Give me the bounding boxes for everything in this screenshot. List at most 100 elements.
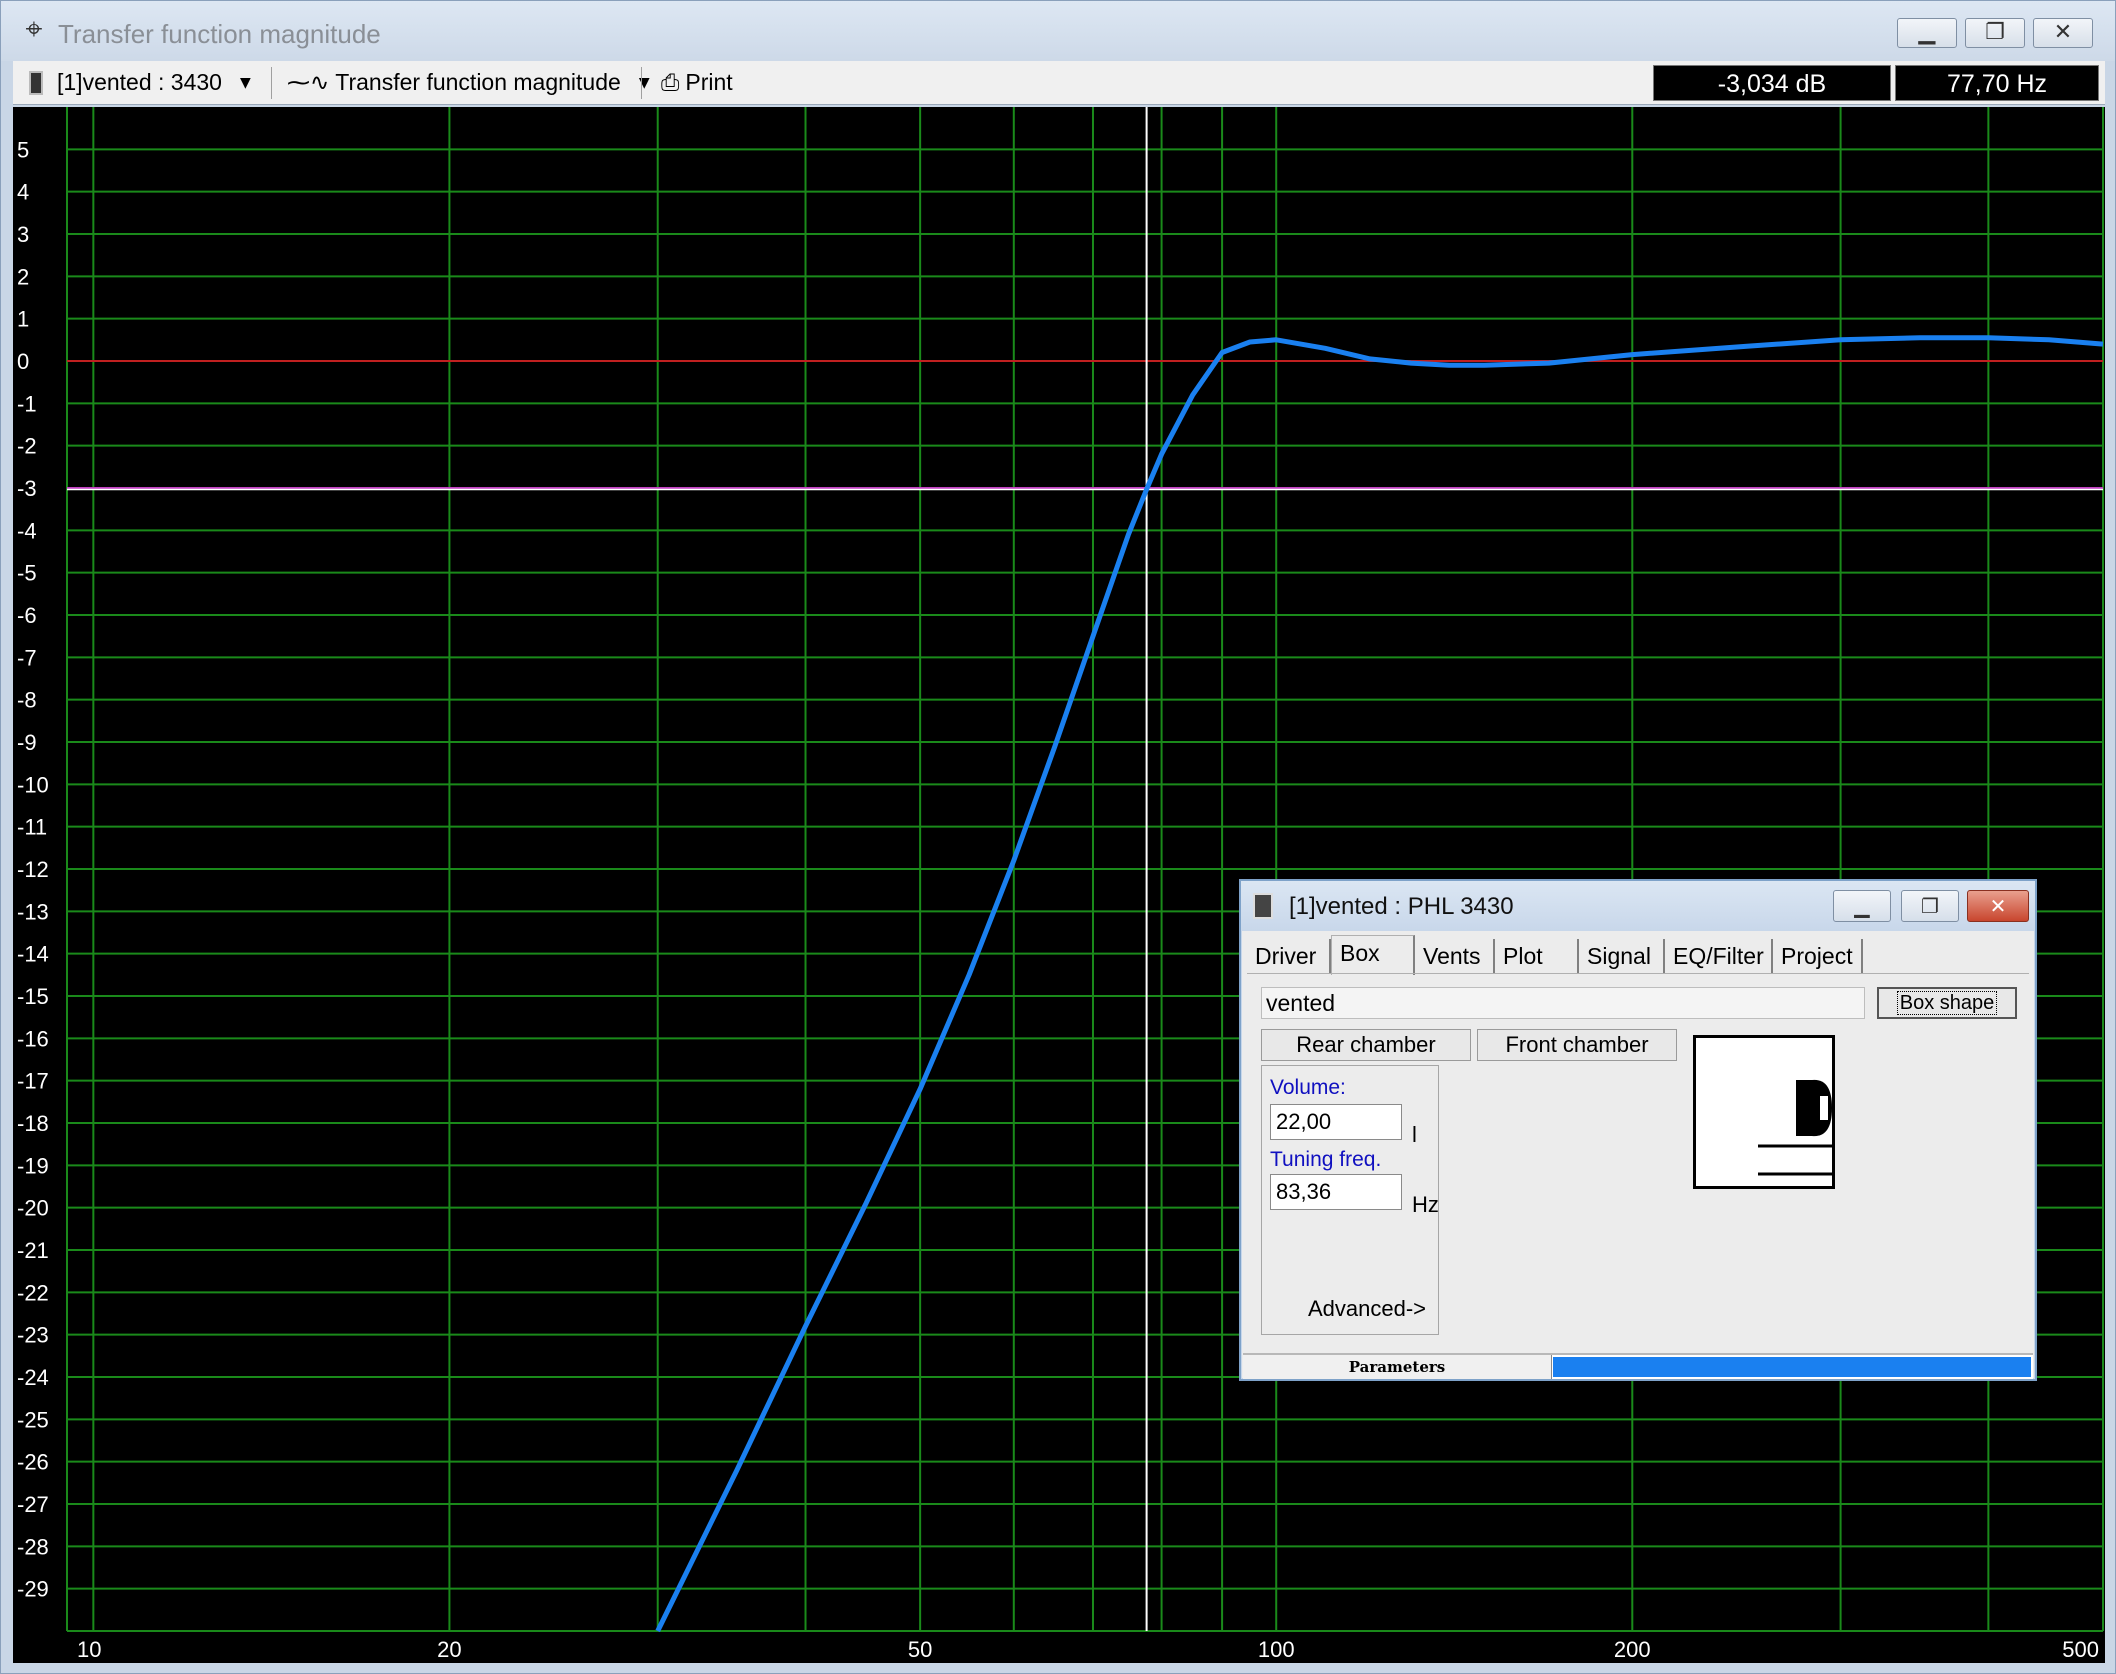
y-tick-label: -10 xyxy=(17,772,49,797)
y-tick-label: -26 xyxy=(17,1450,49,1475)
y-tick-label: 2 xyxy=(17,264,29,289)
y-tick-label: -1 xyxy=(17,391,37,416)
subwindow-restore-button[interactable]: ❐ xyxy=(1901,890,1959,922)
printer-icon: ⎙ xyxy=(661,69,680,96)
y-tick-label: -29 xyxy=(17,1577,49,1602)
y-tick-label: -11 xyxy=(17,815,47,840)
y-tick-label: -27 xyxy=(17,1492,49,1517)
y-tick-label: -25 xyxy=(17,1407,49,1432)
box-selector-dropdown[interactable]: [1]vented : 3430 ▼ xyxy=(29,61,251,104)
tab-driver[interactable]: Driver xyxy=(1247,939,1331,973)
box-shape-label: Box shape xyxy=(1896,991,1998,1015)
restore-button[interactable]: ❐ xyxy=(1965,18,2025,48)
y-tick-label: -5 xyxy=(17,561,37,586)
volume-input[interactable]: 22,00 xyxy=(1270,1104,1402,1140)
speaker-driver-icon xyxy=(1758,1079,1832,1176)
close-button[interactable]: ✕ xyxy=(2033,18,2093,48)
tab-project[interactable]: Project xyxy=(1773,939,1863,973)
y-tick-label: -12 xyxy=(17,857,49,882)
y-tick-label: -15 xyxy=(17,984,49,1009)
chevron-down-icon: ▼ xyxy=(239,74,251,91)
title-bar: ⌖ Transfer function magnitude ▁ ❐ ✕ xyxy=(1,1,2115,61)
main-window: ⌖ Transfer function magnitude ▁ ❐ ✕ [1]v… xyxy=(0,0,2116,1674)
box-type-field[interactable]: vented xyxy=(1261,987,1865,1019)
box-shape-button[interactable]: Box shape xyxy=(1877,987,2017,1019)
subwindow-title-bar: [1]vented : PHL 3430 ▁ ❐ ✕ xyxy=(1241,881,2035,931)
restore-icon: ❐ xyxy=(1921,894,1939,918)
y-tick-label: -16 xyxy=(17,1026,49,1051)
y-tick-label: -3 xyxy=(17,476,37,501)
box-selector-label: [1]vented : 3430 xyxy=(57,69,222,95)
y-tick-label: -19 xyxy=(17,1153,49,1178)
rear-chamber-button[interactable]: Rear chamber xyxy=(1261,1029,1471,1061)
subwindow-minimize-button[interactable]: ▁ xyxy=(1833,890,1891,922)
volume-unit: l xyxy=(1412,1122,1417,1147)
y-tick-label: -20 xyxy=(17,1196,49,1221)
y-tick-label: -14 xyxy=(17,942,49,967)
hz-readout: 77,70 Hz xyxy=(1895,65,2099,101)
y-tick-label: -8 xyxy=(17,688,37,713)
x-tick-label: 100 xyxy=(1258,1637,1295,1662)
waveform-icon: ⁓∿ xyxy=(287,69,330,96)
tab-box[interactable]: Box xyxy=(1331,935,1415,975)
tab-signal[interactable]: Signal xyxy=(1579,939,1665,973)
toolbar: [1]vented : 3430 ▼ ⁓∿ Transfer function … xyxy=(13,61,2105,105)
tab-vents[interactable]: Vents xyxy=(1415,939,1495,973)
x-tick-label: 200 xyxy=(1614,1637,1651,1662)
y-tick-label: 0 xyxy=(17,349,29,374)
minimize-button[interactable]: ▁ xyxy=(1897,18,1957,48)
y-tick-label: -23 xyxy=(17,1323,49,1348)
y-tick-label: -17 xyxy=(17,1069,49,1094)
y-tick-label: -24 xyxy=(17,1365,49,1390)
box-diagram xyxy=(1693,1035,1835,1189)
crosshair-icon: ⌖ xyxy=(25,12,43,47)
minimize-icon: ▁ xyxy=(1854,894,1870,918)
y-tick-label: -4 xyxy=(17,518,37,543)
print-button[interactable]: ⎙ Print xyxy=(661,61,733,104)
plot-selector-label: Transfer function magnitude xyxy=(335,69,621,95)
subwindow-title: [1]vented : PHL 3430 xyxy=(1289,893,1514,920)
tab-plot[interactable]: Plot xyxy=(1495,939,1579,973)
volume-label: Volume: xyxy=(1270,1076,1346,1099)
y-tick-label: 4 xyxy=(17,180,29,205)
y-tick-label: 1 xyxy=(17,307,29,332)
box-parameters-window: [1]vented : PHL 3430 ▁ ❐ ✕ Driver Box Ve… xyxy=(1239,879,2037,1381)
y-tick-label: -18 xyxy=(17,1111,49,1136)
y-tick-label: -28 xyxy=(17,1534,49,1559)
y-tick-label: -22 xyxy=(17,1280,49,1305)
speaker-box-icon xyxy=(1253,893,1273,919)
restore-icon: ❐ xyxy=(1985,20,2005,45)
tab-divider xyxy=(1247,973,2029,974)
x-tick-label: 50 xyxy=(908,1637,932,1662)
speaker-box-icon xyxy=(29,70,43,95)
rear-chamber-panel: Volume: 22,00 l Tuning freq. 83,36 Hz Ad… xyxy=(1261,1065,1439,1335)
window-title: Transfer function magnitude xyxy=(58,19,381,49)
y-tick-label: 3 xyxy=(17,222,29,247)
tuning-freq-unit: Hz xyxy=(1412,1192,1439,1217)
tuning-freq-label: Tuning freq. xyxy=(1270,1148,1382,1171)
close-icon: ✕ xyxy=(2053,20,2073,45)
db-readout: -3,034 dB xyxy=(1653,65,1891,101)
x-tick-label: 500 xyxy=(2062,1637,2099,1662)
front-chamber-button[interactable]: Front chamber xyxy=(1477,1029,1677,1061)
y-tick-label: -21 xyxy=(17,1238,49,1263)
close-icon: ✕ xyxy=(1989,894,2007,918)
toolbar-separator xyxy=(641,67,642,99)
advanced-link[interactable]: Advanced-> xyxy=(1308,1296,1426,1322)
x-tick-label: 10 xyxy=(77,1637,101,1662)
y-tick-label: -2 xyxy=(17,434,37,459)
tuning-freq-input[interactable]: 83,36 xyxy=(1270,1174,1402,1210)
y-tick-label: -13 xyxy=(17,899,49,924)
minimize-icon: ▁ xyxy=(1918,20,1936,45)
print-label: Print xyxy=(685,69,733,95)
x-tick-label: 20 xyxy=(437,1637,461,1662)
y-tick-label: -9 xyxy=(17,730,37,755)
plot-selector-dropdown[interactable]: ⁓∿ Transfer function magnitude ▼ xyxy=(287,61,650,104)
y-tick-label: 5 xyxy=(17,137,29,162)
progress-bar xyxy=(1553,1357,2031,1377)
subwindow-close-button[interactable]: ✕ xyxy=(1967,890,2029,922)
parameters-status-label: Parameters xyxy=(1243,1355,1552,1379)
status-bar: Parameters xyxy=(1243,1353,2033,1379)
tab-eq-filter[interactable]: EQ/Filter xyxy=(1665,939,1773,973)
y-tick-label: -6 xyxy=(17,603,37,628)
